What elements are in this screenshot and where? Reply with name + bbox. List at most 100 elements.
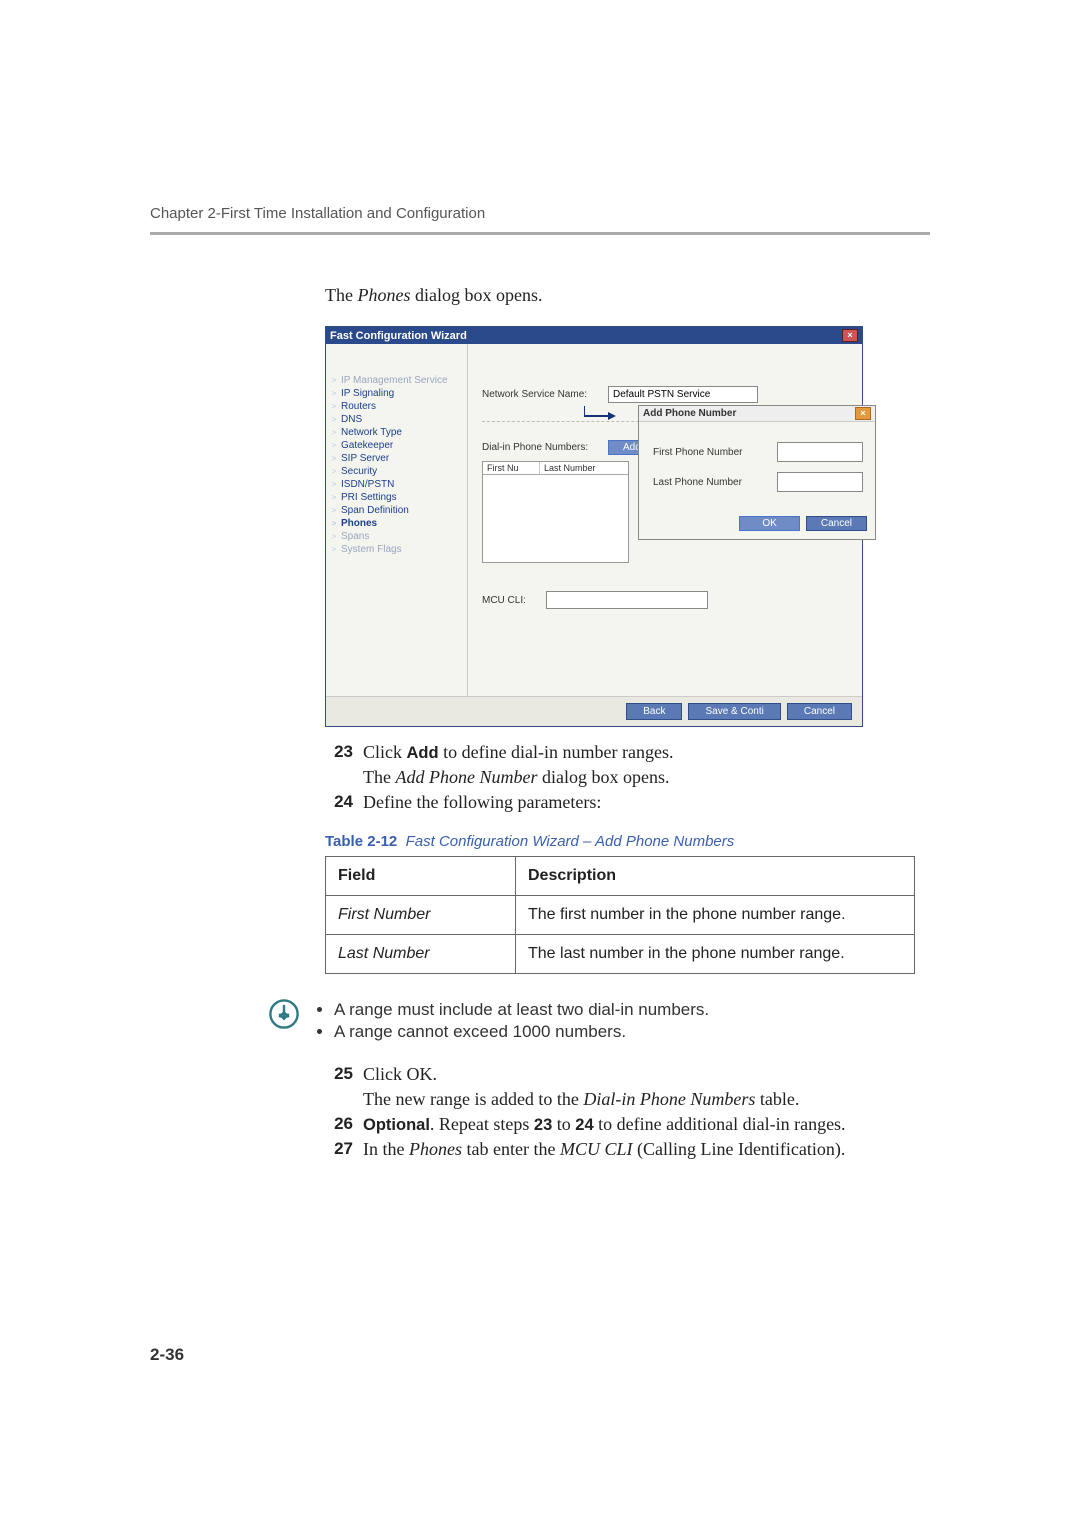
popup-title-text: Add Phone Number — [643, 408, 736, 419]
chevron-icon: > — [330, 415, 338, 424]
chapter-header: Chapter 2-First Time Installation and Co… — [150, 205, 930, 222]
back-button[interactable]: Back — [626, 703, 682, 720]
network-service-input[interactable] — [608, 386, 758, 403]
popup-close-icon[interactable]: × — [855, 407, 871, 420]
step-text: The new range is added to the Dial-in Ph… — [363, 1089, 799, 1110]
popup-cancel-button[interactable]: Cancel — [806, 516, 867, 531]
step-text: In the Phones tab enter the MCU CLI (Cal… — [363, 1139, 845, 1160]
nav-label: SIP Server — [341, 453, 389, 464]
nav-label: System Flags — [341, 544, 402, 555]
mcu-cli-input[interactable] — [546, 591, 708, 609]
nav-label: Network Type — [341, 427, 402, 438]
step-number: 23 — [325, 742, 353, 763]
wizard-nav-item[interactable]: >Security — [330, 465, 463, 478]
note-block: A range must include at least two dial-i… — [268, 998, 930, 1044]
wizard-main: Network Service Name: Dial-in Phone Numb… — [468, 344, 862, 696]
chevron-icon: > — [330, 480, 338, 489]
list-col-last: Last Number — [540, 462, 628, 474]
step-26: 26 Optional. Repeat steps 23 to 24 to de… — [325, 1114, 930, 1135]
callout-arrow-icon — [584, 406, 616, 422]
wizard-nav-item[interactable]: >Gatekeeper — [330, 439, 463, 452]
cancel-button[interactable]: Cancel — [787, 703, 852, 720]
step-27: 27 In the Phones tab enter the MCU CLI (… — [325, 1139, 930, 1160]
popup-titlebar: Add Phone Number × — [639, 406, 875, 422]
step-number: 26 — [325, 1114, 353, 1135]
wizard-footer: Back Save & Conti Cancel — [326, 696, 862, 726]
intro-pre: The — [325, 285, 357, 305]
nav-label: Span Definition — [341, 505, 409, 516]
step-text: Click Add to define dial-in number range… — [363, 742, 674, 763]
chevron-icon: > — [330, 402, 338, 411]
table-cell-field: Last Number — [326, 935, 516, 974]
first-phone-label: First Phone Number — [653, 447, 742, 458]
wizard-nav-item[interactable]: >Span Definition — [330, 504, 463, 517]
chevron-icon: > — [330, 454, 338, 463]
page-number: 2-36 — [150, 1345, 184, 1365]
step-number: 27 — [325, 1139, 353, 1160]
wizard-nav-item[interactable]: >Network Type — [330, 426, 463, 439]
mcu-cli-label: MCU CLI: — [482, 595, 540, 606]
wizard-nav-item[interactable]: >SIP Server — [330, 452, 463, 465]
step-23: 23 Click Add to define dial-in number ra… — [325, 742, 930, 763]
dialin-list: First Nu Last Number — [482, 461, 629, 563]
nav-label: Spans — [341, 531, 369, 542]
nav-label: Gatekeeper — [341, 440, 393, 451]
nav-label: IP Management Service — [341, 375, 448, 386]
table-caption: Table 2-12 Fast Configuration Wizard – A… — [325, 833, 930, 850]
wizard-nav-item[interactable]: >Routers — [330, 400, 463, 413]
wizard-nav-item[interactable]: >System Flags — [330, 543, 463, 556]
chevron-icon: > — [330, 389, 338, 398]
wizard-nav-item[interactable]: >Spans — [330, 530, 463, 543]
step-24: 24 Define the following parameters: — [325, 792, 930, 813]
chevron-icon: > — [330, 532, 338, 541]
table-head-field: Field — [326, 857, 516, 896]
intro-suffix: dialog box opens. — [410, 285, 542, 305]
parameters-table: Field Description First Number The first… — [325, 856, 915, 974]
step-text: Define the following parameters: — [363, 792, 601, 813]
last-phone-label: Last Phone Number — [653, 477, 742, 488]
step-text: Click OK. — [363, 1064, 437, 1085]
nav-label: Phones — [341, 518, 377, 529]
wizard-nav-item[interactable]: >IP Signaling — [330, 387, 463, 400]
nav-label: ISDN/PSTN — [341, 479, 394, 490]
wizard-nav-item[interactable]: >ISDN/PSTN — [330, 478, 463, 491]
step-text: The Add Phone Number dialog box opens. — [363, 767, 669, 788]
step-23-sub: The Add Phone Number dialog box opens. — [325, 767, 930, 788]
dialin-label: Dial-in Phone Numbers: — [482, 442, 602, 453]
save-continue-button[interactable]: Save & Conti — [688, 703, 780, 720]
table-row: Last Number The last number in the phone… — [326, 935, 915, 974]
chevron-icon: > — [330, 376, 338, 385]
table-cell-desc: The first number in the phone number ran… — [516, 896, 915, 935]
nav-label: PRI Settings — [341, 492, 397, 503]
wizard-nav-item[interactable]: >IP Management Service — [330, 374, 463, 387]
chevron-icon: > — [330, 519, 338, 528]
nav-label: DNS — [341, 414, 362, 425]
nav-label: Security — [341, 466, 377, 477]
note-item: A range cannot exceed 1000 numbers. — [334, 1022, 709, 1042]
list-col-first: First Nu — [483, 462, 540, 474]
popup-ok-button[interactable]: OK — [739, 516, 799, 531]
note-item: A range must include at least two dial-i… — [334, 1000, 709, 1020]
step-text: Optional. Repeat steps 23 to 24 to defin… — [363, 1114, 846, 1135]
table-cell-field: First Number — [326, 896, 516, 935]
close-icon[interactable]: × — [842, 329, 858, 342]
table-row: First Number The first number in the pho… — [326, 896, 915, 935]
step-25: 25 Click OK. — [325, 1064, 930, 1085]
wizard-title-text: Fast Configuration Wizard — [330, 330, 467, 342]
network-service-label: Network Service Name: — [482, 389, 602, 400]
chevron-icon: > — [330, 467, 338, 476]
wizard-nav-item[interactable]: >PRI Settings — [330, 491, 463, 504]
wizard-titlebar: Fast Configuration Wizard × — [326, 327, 862, 344]
chevron-icon: > — [330, 428, 338, 437]
wizard-nav-item[interactable]: >DNS — [330, 413, 463, 426]
intro-italic: Phones — [357, 285, 410, 305]
last-phone-input[interactable] — [777, 472, 863, 492]
wizard-nav-item[interactable]: >Phones — [330, 517, 463, 530]
step-number: 24 — [325, 792, 353, 813]
step-number: 25 — [325, 1064, 353, 1085]
step-25-sub: The new range is added to the Dial-in Ph… — [325, 1089, 930, 1110]
first-phone-input[interactable] — [777, 442, 863, 462]
chevron-icon: > — [330, 506, 338, 515]
table-cell-desc: The last number in the phone number rang… — [516, 935, 915, 974]
nav-label: Routers — [341, 401, 376, 412]
